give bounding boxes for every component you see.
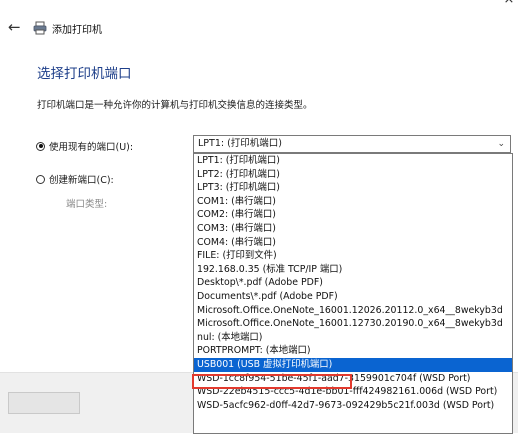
chevron-down-icon[interactable]: ⌄ bbox=[497, 136, 505, 152]
dropdown-item[interactable]: WSD-5acfc962-d0ff-42d7-9673-092429b5c21f… bbox=[194, 399, 512, 413]
create-new-port-radio[interactable] bbox=[36, 174, 45, 184]
dropdown-item[interactable]: PORTPROMPT: (本地端口) bbox=[194, 344, 512, 358]
dropdown-item[interactable]: Microsoft.Office.OneNote_16001.12026.201… bbox=[194, 304, 512, 318]
close-icon[interactable]: × bbox=[502, 0, 516, 7]
create-new-port-label: 创建新端口(C): bbox=[49, 175, 114, 186]
dropdown-item[interactable]: COM2: (串行端口) bbox=[194, 208, 512, 222]
dropdown-item[interactable]: LPT3: (打印机端口) bbox=[194, 181, 512, 195]
port-type-label: 端口类型: bbox=[66, 199, 108, 210]
use-existing-port-label: 使用现有的端口(U): bbox=[49, 142, 134, 153]
create-new-port-option[interactable]: 创建新端口(C): bbox=[36, 172, 114, 186]
use-existing-port-option[interactable]: 使用现有的端口(U): bbox=[36, 139, 133, 153]
use-existing-port-radio[interactable] bbox=[36, 141, 45, 151]
existing-port-combobox[interactable]: LPT1: (打印机端口) ⌄ bbox=[193, 135, 511, 153]
dropdown-item[interactable]: WSD-1cc8f954-51be-45f1-aad7-3159901c704f… bbox=[194, 372, 512, 386]
port-dropdown-list[interactable]: LPT1: (打印机端口) LPT2: (打印机端口) LPT3: (打印机端口) C… bbox=[193, 153, 513, 434]
dropdown-item[interactable]: COM1: (串行端口) bbox=[194, 195, 512, 209]
page-description: 打印机端口是一种允许你的计算机与打印机交换信息的连接类型。 bbox=[37, 100, 313, 111]
dropdown-item[interactable]: WSD-22eb4515-ccc5-4d1e-bb01-fff424982161… bbox=[194, 385, 512, 399]
dropdown-item[interactable]: FILE: (打印到文件) bbox=[194, 249, 512, 263]
back-arrow-icon[interactable]: ← bbox=[8, 19, 24, 35]
window-title: 添加打印机 bbox=[52, 24, 102, 36]
printer-icon bbox=[33, 21, 47, 35]
combobox-selected-value: LPT1: (打印机端口) bbox=[198, 138, 283, 149]
dropdown-item[interactable]: 192.168.0.35 (标准 TCP/IP 端口) bbox=[194, 263, 512, 277]
window-title-bar: 添加打印机 bbox=[33, 20, 102, 36]
footer-button[interactable] bbox=[8, 392, 80, 414]
dropdown-item[interactable]: USB001 (USB 虚拟打印机端口) bbox=[194, 357, 512, 372]
dropdown-item[interactable]: LPT1: (打印机端口) bbox=[194, 154, 512, 168]
page-title: 选择打印机端口 bbox=[37, 66, 132, 82]
dropdown-item[interactable]: Microsoft.Office.OneNote_16001.12730.201… bbox=[194, 317, 512, 331]
dropdown-item[interactable]: Desktop\*.pdf (Adobe PDF) bbox=[194, 276, 512, 290]
dropdown-item[interactable]: LPT2: (打印机端口) bbox=[194, 168, 512, 182]
dropdown-item[interactable]: COM4: (串行端口) bbox=[194, 236, 512, 250]
dropdown-item[interactable]: COM3: (串行端口) bbox=[194, 222, 512, 236]
dropdown-item[interactable]: nul: (本地端口) bbox=[194, 331, 512, 345]
dropdown-item[interactable]: Documents\*.pdf (Adobe PDF) bbox=[194, 290, 512, 304]
